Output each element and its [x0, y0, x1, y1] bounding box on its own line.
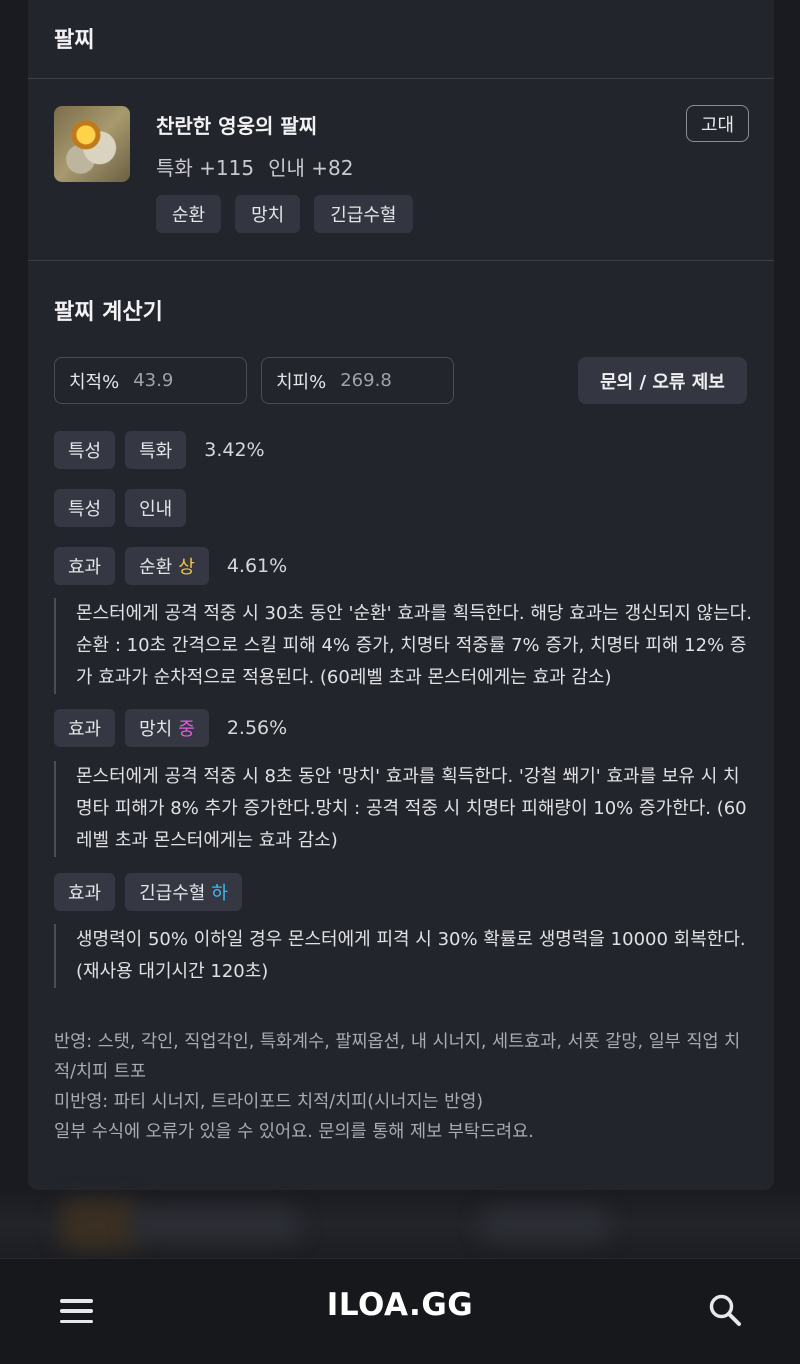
item-tag: 긴급수혈 [314, 195, 413, 233]
option-name: 망치 [139, 719, 173, 740]
option-description: 몬스터에게 공격 적중 시 8초 동안 '망치' 효과를 획득한다. '강철 쐐… [54, 761, 754, 857]
site-logo[interactable]: ILOA.GG [0, 1287, 800, 1323]
divider [28, 260, 774, 261]
item-stats: 특화 +115 인내 +82 [156, 152, 353, 181]
item-tags: 순환 망치 긴급수혈 [156, 195, 413, 233]
option-type-chip: 특성 [54, 489, 116, 527]
divider [28, 78, 774, 79]
item-tag: 망치 [235, 195, 301, 233]
option-row: 효과 망치 중 2.56% [54, 709, 287, 747]
option-type-chip: 효과 [54, 873, 116, 911]
option-value: 3.42% [204, 439, 265, 461]
grade-badge: 고대 [686, 105, 749, 142]
option-type-chip: 특성 [54, 431, 116, 469]
option-row: 특성 특화 3.42% [54, 431, 265, 469]
option-name-chip: 인내 [125, 489, 187, 527]
search-icon[interactable] [708, 1293, 742, 1327]
blurred-text [130, 1208, 300, 1242]
item-tag: 순환 [156, 195, 222, 233]
blurred-content [0, 1190, 800, 1260]
item-name: 찬란한 영웅의 팔찌 [156, 114, 318, 138]
crit-damage-field[interactable]: 치피% [261, 357, 454, 404]
option-grade: 하 [211, 883, 228, 904]
blurred-thumb [60, 1200, 140, 1250]
option-description: 생명력이 50% 이하일 경우 몬스터에게 피격 시 30% 확률로 생명력을 … [54, 924, 754, 988]
option-value: 2.56% [226, 717, 288, 739]
option-row: 효과 순환 상 4.61% [54, 547, 287, 585]
crit-damage-label: 치피% [276, 371, 327, 393]
item-stat-2: 인내 +82 [268, 156, 354, 180]
option-grade: 중 [178, 719, 195, 740]
option-name-chip: 순환 상 [125, 547, 209, 585]
calculator-title: 팔찌 계산기 [54, 300, 163, 325]
note-not-applied: 미반영: 파티 시너지, 트라이포드 치적/치피(시너지는 반영) [54, 1092, 484, 1112]
report-button[interactable]: 문의 / 오류 제보 [578, 357, 747, 404]
option-row: 특성 인내 [54, 489, 187, 527]
option-value: 4.61% [226, 555, 288, 577]
crit-rate-input[interactable] [133, 370, 224, 391]
bottom-nav: ILOA.GG [0, 1258, 800, 1364]
crit-damage-input[interactable] [340, 370, 431, 391]
option-row: 효과 긴급수혈 하 [54, 873, 242, 911]
bracelet-image [54, 106, 130, 182]
item-stat-1: 특화 +115 [156, 156, 255, 180]
option-name-chip: 망치 중 [125, 709, 209, 747]
option-name: 긴급수혈 [139, 883, 206, 904]
bracelet-card: 팔찌 찬란한 영웅의 팔찌 특화 +115 인내 +82 고대 순환 망치 긴급… [28, 0, 774, 1190]
crit-rate-field[interactable]: 치적% [54, 357, 247, 404]
note-applied: 반영: 스탯, 각인, 직업각인, 특화계수, 팔찌옵션, 내 시너지, 세트효… [54, 1032, 741, 1082]
crit-rate-label: 치적% [69, 371, 120, 393]
option-type-chip: 효과 [54, 709, 116, 747]
option-name-chip: 특화 [125, 431, 187, 469]
option-description: 몬스터에게 공격 적중 시 30초 동안 '순환' 효과를 획득한다. 해당 효… [54, 598, 754, 694]
option-name-chip: 긴급수혈 하 [125, 873, 242, 911]
calculator-notes: 반영: 스탯, 각인, 직업각인, 특화계수, 팔찌옵션, 내 시너지, 세트효… [54, 1027, 754, 1147]
blurred-text [480, 1208, 610, 1242]
page-title: 팔찌 [54, 28, 95, 53]
option-type-chip: 효과 [54, 547, 116, 585]
option-name: 순환 [139, 557, 173, 578]
note-disclaimer: 일부 수식에 오류가 있을 수 있어요. 문의를 통해 제보 부탁드려요. [54, 1122, 534, 1142]
option-grade: 상 [178, 557, 195, 578]
